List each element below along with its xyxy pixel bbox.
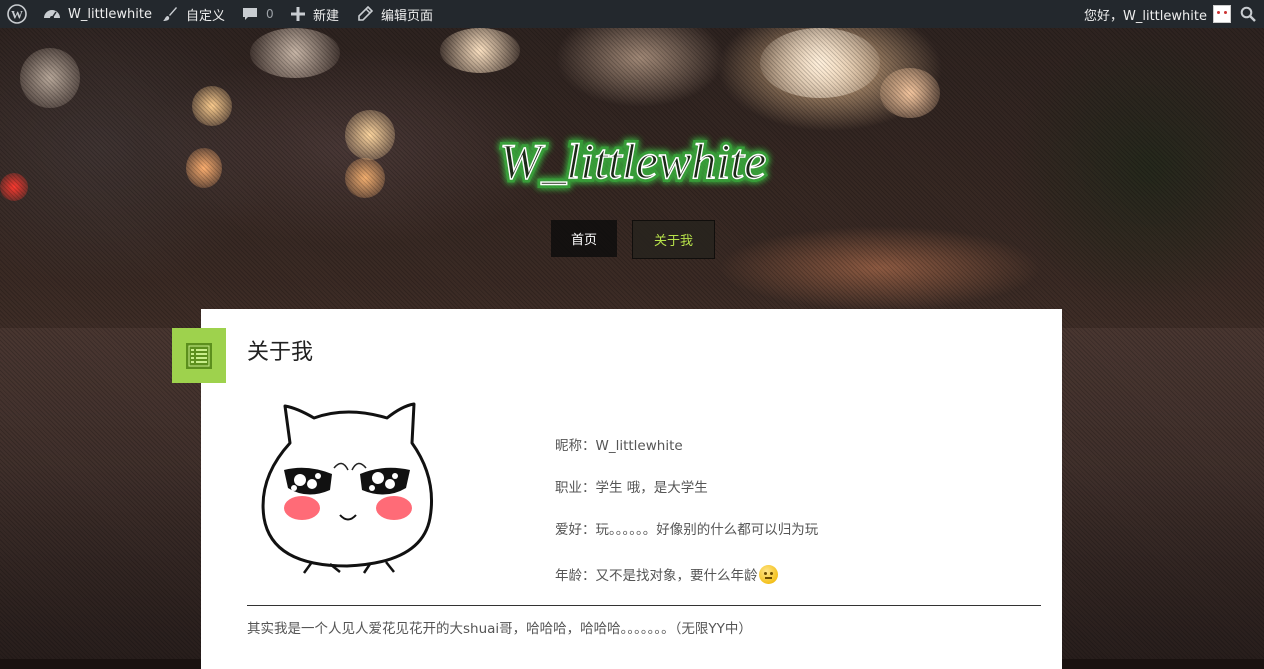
info-age-line: 年龄：又不是找对象，要什么年龄 [555, 564, 778, 584]
admin-bar: W W_littlewhite 自定义 0 新建 编辑页面 您好，W_littl… [0, 0, 1264, 28]
comments-count: 0 [266, 7, 274, 21]
nav-item-about[interactable]: 关于我 [632, 220, 715, 259]
avatar [1212, 5, 1231, 23]
logo-text-outline: W_littlewhite [500, 133, 767, 189]
cartoon-cat-image [252, 398, 442, 576]
search-toggle[interactable] [1240, 0, 1256, 28]
greeting-label: 您好，W_littlewhite [1084, 8, 1207, 24]
edit-page-link[interactable]: 编辑页面 [357, 0, 433, 28]
content-divider [247, 605, 1041, 606]
pencil-icon [358, 6, 373, 21]
new-content-link[interactable]: 新建 [291, 0, 339, 28]
post-body-text: 其实我是一个人见人爱花见花开的大shuai哥，哈哈哈，哈哈哈。。。。。。。（无限… [247, 621, 752, 637]
site-name-label: W_littlewhite [68, 6, 152, 22]
new-label: 新建 [313, 8, 340, 24]
customize-link[interactable]: 自定义 [162, 0, 225, 28]
info-occupation: 职业：学生 哦，是大学生 [555, 480, 708, 496]
paintbrush-icon [163, 7, 177, 21]
account-menu[interactable]: 您好，W_littlewhite [1084, 0, 1231, 28]
plus-icon [291, 7, 305, 21]
page-title: 关于我 [247, 340, 314, 365]
dashboard-icon [44, 10, 60, 20]
customize-label: 自定义 [186, 8, 226, 24]
edit-page-label: 编辑页面 [381, 8, 434, 24]
site-logo[interactable]: W_littlewhite W_littlewhite [463, 120, 803, 200]
wordpress-logo-icon[interactable]: W [7, 0, 27, 28]
confused-emoji-icon [758, 565, 778, 584]
comments-link[interactable]: 0 [242, 0, 274, 28]
page-format-icon [186, 342, 212, 369]
search-icon [1240, 6, 1256, 22]
nav-item-label: 关于我 [653, 234, 693, 249]
site-name-link[interactable]: W_littlewhite [43, 0, 152, 28]
nav-item-label: 首页 [570, 233, 597, 248]
info-age: 年龄：又不是找对象，要什么年龄 [555, 568, 758, 584]
svg-text:W: W [11, 8, 23, 22]
post-format-badge [172, 328, 226, 383]
info-hobby: 爱好：玩。。。。。。好像别的什么都可以归为玩 [555, 522, 819, 538]
info-nickname: 昵称：W_littlewhite [555, 438, 683, 454]
nav-item-home[interactable]: 首页 [551, 220, 617, 257]
comment-bubble-icon [243, 8, 257, 20]
